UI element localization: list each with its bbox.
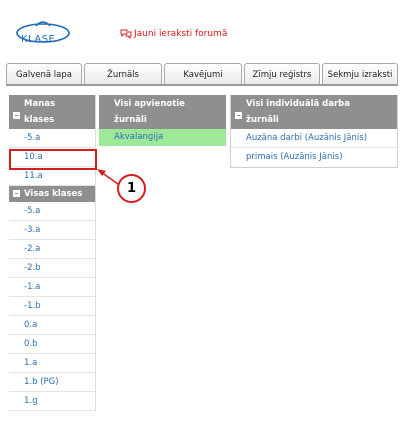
class-item-1b-neg[interactable]: -1.b <box>9 297 95 316</box>
forum-link[interactable]: Jauni ieraksti forumā <box>120 29 227 39</box>
logo-text: KLASE <box>21 34 56 45</box>
all-classes-header-label: Visas klases <box>24 189 83 199</box>
tabs-baseline <box>6 84 398 86</box>
class-item-1a-neg[interactable]: -1.a <box>9 278 95 297</box>
class-item-my-5a[interactable]: -5.a <box>9 129 95 148</box>
class-item-1a[interactable]: 1.a <box>9 354 95 373</box>
collapse-icon[interactable] <box>13 190 20 197</box>
classes-panel: Manas klases -5.a 10.a 11.a Visas klases… <box>9 95 96 411</box>
individual-journal-item[interactable]: Auzāna darbi (Auzānis Jānis) <box>231 129 397 148</box>
class-item-1b-pg[interactable]: 1.b (PG) <box>9 373 95 392</box>
tab-zurnals[interactable]: Žurnāls <box>84 63 162 85</box>
class-item-0a[interactable]: 0.a <box>9 316 95 335</box>
class-item-0b[interactable]: 0.b <box>9 335 95 354</box>
tab-sekmju-izraksti[interactable]: Sekmju izraksti <box>322 63 398 85</box>
individual-journal-item[interactable]: primais (Auzānis Jānis) <box>231 148 397 167</box>
main-tabs: Galvenā lapa Žurnāls Kavējumi Zīmju reģi… <box>6 63 398 85</box>
tab-kavejumi[interactable]: Kavējumi <box>164 63 242 85</box>
class-item-2a[interactable]: -2.a <box>9 240 95 259</box>
joint-journals-header: Visi apvienotie žurnāli <box>99 95 226 129</box>
class-item-3a[interactable]: -3.a <box>9 221 95 240</box>
class-item-1g[interactable]: 1.g <box>9 392 95 411</box>
tab-zimju-registrs[interactable]: Zīmju reģistrs <box>244 63 320 85</box>
joint-journal-item[interactable]: Akvalangija <box>99 129 226 146</box>
my-classes-header-label: Manas klases <box>24 99 56 125</box>
all-classes-list: -5.a -3.a -2.a -2.b -1.a -1.b 0.a 0.b 1.… <box>9 202 95 411</box>
tab-galvena-lapa[interactable]: Galvenā lapa <box>6 63 82 85</box>
individual-journals-panel: Visi individuālā darba žurnāli Auzāna da… <box>230 95 398 168</box>
individual-journals-header[interactable]: Visi individuālā darba žurnāli <box>231 95 397 129</box>
class-item-all-5a[interactable]: -5.a <box>9 202 95 221</box>
all-classes-header[interactable]: Visas klases <box>9 186 95 202</box>
individual-journals-header-label: Visi individuālā darba žurnāli <box>246 99 351 125</box>
class-item-2b[interactable]: -2.b <box>9 259 95 278</box>
annotation-highlight-box <box>9 149 97 170</box>
annotation-callout-number: 1 <box>117 174 146 203</box>
collapse-icon[interactable] <box>235 112 242 119</box>
forum-link-label: Jauni ieraksti forumā <box>134 29 228 39</box>
collapse-icon[interactable] <box>13 112 20 119</box>
joint-journals-panel: Visi apvienotie žurnāli Akvalangija <box>99 95 226 146</box>
speech-bubbles-icon <box>120 29 132 39</box>
my-classes-header[interactable]: Manas klases <box>9 95 95 129</box>
joint-journals-header-label: Visi apvienotie žurnāli <box>114 99 185 125</box>
